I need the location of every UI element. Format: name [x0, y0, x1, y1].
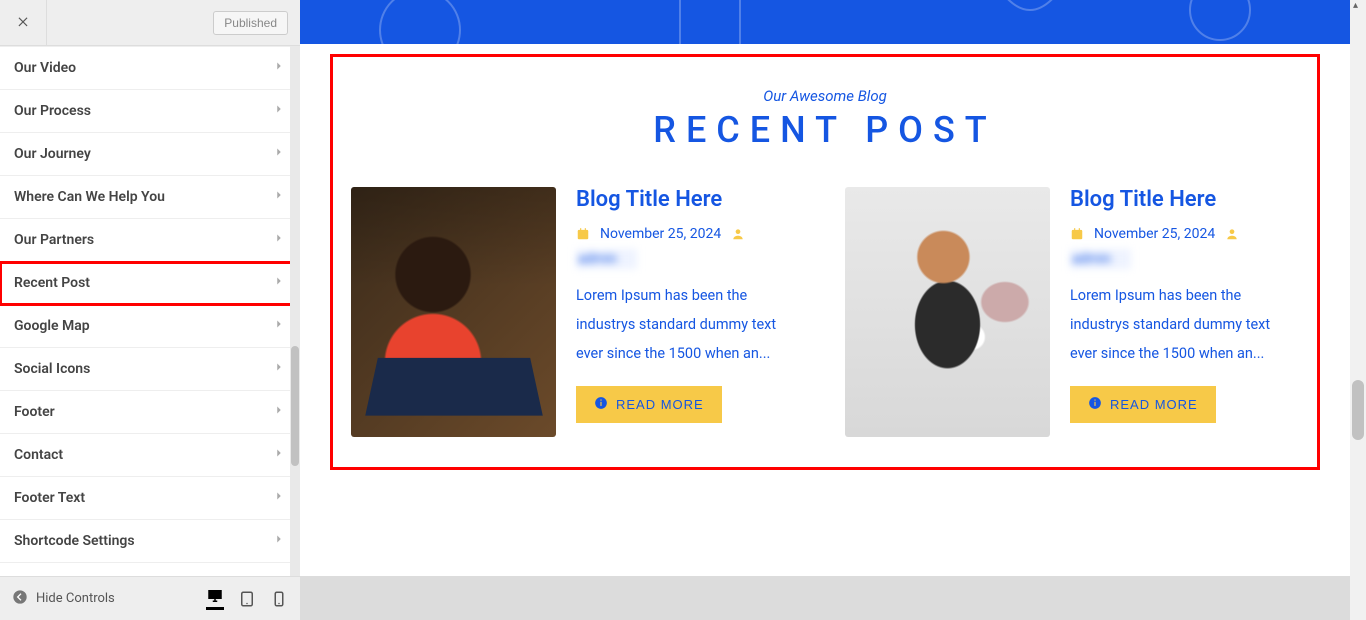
post-title[interactable]: Blog Title Here [1070, 187, 1299, 212]
sidebar-item-footer[interactable]: Footer [0, 391, 300, 434]
post-meta: November 25, 2024 [1070, 226, 1299, 242]
sidebar-item-shortcode-settings[interactable]: Shortcode Settings [0, 520, 300, 563]
sidebar-item-footer-text[interactable]: Footer Text [0, 477, 300, 520]
sidebar-item-our-video[interactable]: Our Video [0, 47, 300, 90]
post-thumbnail[interactable] [845, 187, 1050, 437]
hide-controls-label: Hide Controls [36, 591, 115, 606]
close-button[interactable] [0, 0, 47, 46]
post-body: Blog Title Here November 25, 2024 admin Lor… [1070, 187, 1299, 437]
tablet-icon [238, 590, 256, 608]
device-mobile-button[interactable] [270, 587, 288, 610]
sidebar-item-our-process[interactable]: Our Process [0, 90, 300, 133]
chevron-right-icon [272, 446, 286, 464]
chevron-right-icon [272, 274, 286, 292]
sidebar-item-label: Footer Text [14, 490, 85, 506]
section-subtitle: Our Awesome Blog [351, 87, 1299, 105]
sidebar-item-our-partners[interactable]: Our Partners [0, 219, 300, 262]
section-title: RECENT POST [351, 109, 1299, 151]
sidebar-item-label: Our Video [14, 60, 76, 76]
sidebar-item-label: Recent Post [14, 275, 90, 291]
sidebar-item-label: Footer [14, 404, 55, 420]
chevron-right-icon [272, 102, 286, 120]
post-body: Blog Title Here November 25, 2024 admin Lor… [576, 187, 805, 437]
preview-bottom-spacer [300, 576, 1350, 620]
post-title[interactable]: Blog Title Here [576, 187, 805, 212]
posts-row: Blog Title Here November 25, 2024 admin Lor… [351, 187, 1299, 437]
read-more-label: READ MORE [616, 397, 704, 412]
sidebar-item-label: Shortcode Settings [14, 533, 135, 549]
device-preview-toggles [206, 587, 288, 610]
read-more-button[interactable]: READ MORE [576, 386, 722, 423]
user-icon [731, 227, 745, 241]
preview-pane: Our Awesome Blog RECENT POST Blog Title … [300, 0, 1366, 620]
sidebar-item-contact[interactable]: Contact [0, 434, 300, 477]
sidebar-item-label: Our Journey [14, 146, 91, 162]
user-icon [1225, 227, 1239, 241]
post-date: November 25, 2024 [1094, 226, 1215, 242]
hero-banner [300, 0, 1350, 44]
post-date: November 25, 2024 [600, 226, 721, 242]
chevron-right-icon [272, 59, 286, 77]
close-icon [16, 13, 30, 32]
sidebar-item-our-journey[interactable]: Our Journey [0, 133, 300, 176]
collapse-icon [12, 589, 28, 609]
chevron-right-icon [272, 403, 286, 421]
preview-scrollbar[interactable] [1350, 0, 1366, 620]
sidebar-item-recent-post[interactable]: Recent Post [0, 262, 300, 305]
sidebar-scrollbar[interactable] [290, 46, 300, 576]
publish-button[interactable]: Published [213, 11, 288, 35]
read-more-button[interactable]: READ MORE [1070, 386, 1216, 423]
sidebar-item-label: Social Icons [14, 361, 90, 377]
chevron-right-icon [272, 317, 286, 335]
chevron-right-icon [272, 489, 286, 507]
post-meta: November 25, 2024 [576, 226, 805, 242]
sidebar-item-social-icons[interactable]: Social Icons [0, 348, 300, 391]
post-excerpt: Lorem Ipsum has been the industrys stand… [1070, 281, 1299, 368]
chevron-right-icon [272, 145, 286, 163]
post-thumbnail[interactable] [351, 187, 556, 437]
sidebar-item-label: Our Process [14, 103, 91, 119]
preview-content: Our Awesome Blog RECENT POST Blog Title … [300, 0, 1350, 576]
sidebar-item-label: Where Can We Help You [14, 189, 165, 205]
calendar-icon [576, 227, 590, 241]
hide-controls-button[interactable]: Hide Controls [12, 589, 115, 609]
customizer-section-list: Our Video Our Process Our Journey Where Can… [0, 46, 300, 576]
sidebar-item-label: Contact [14, 447, 63, 463]
post-author: admin [576, 248, 805, 267]
recent-post-section: Our Awesome Blog RECENT POST Blog Title … [330, 54, 1320, 470]
customizer-footer: Hide Controls [0, 576, 300, 620]
sidebar-item-where-can-we-help-you[interactable]: Where Can We Help You [0, 176, 300, 219]
sidebar-item-label: Our Partners [14, 232, 94, 248]
info-icon [1088, 396, 1102, 413]
read-more-label: READ MORE [1110, 397, 1198, 412]
chevron-right-icon [272, 188, 286, 206]
device-tablet-button[interactable] [238, 587, 256, 610]
desktop-icon [206, 587, 224, 605]
post-excerpt: Lorem Ipsum has been the industrys stand… [576, 281, 805, 368]
device-desktop-button[interactable] [206, 587, 224, 610]
customizer-header: Published [0, 0, 300, 46]
customizer-sidebar: Published Our Video Our Process Our Journe… [0, 0, 300, 620]
sidebar-item-label: Google Map [14, 318, 90, 334]
sidebar-item-google-map[interactable]: Google Map [0, 305, 300, 348]
chevron-right-icon [272, 231, 286, 249]
mobile-icon [270, 590, 288, 608]
info-icon [594, 396, 608, 413]
chevron-right-icon [272, 360, 286, 378]
post-card: Blog Title Here November 25, 2024 admin Lor… [845, 187, 1299, 437]
chevron-right-icon [272, 532, 286, 550]
calendar-icon [1070, 227, 1084, 241]
post-card: Blog Title Here November 25, 2024 admin Lor… [351, 187, 805, 437]
post-author: admin [1070, 248, 1299, 267]
